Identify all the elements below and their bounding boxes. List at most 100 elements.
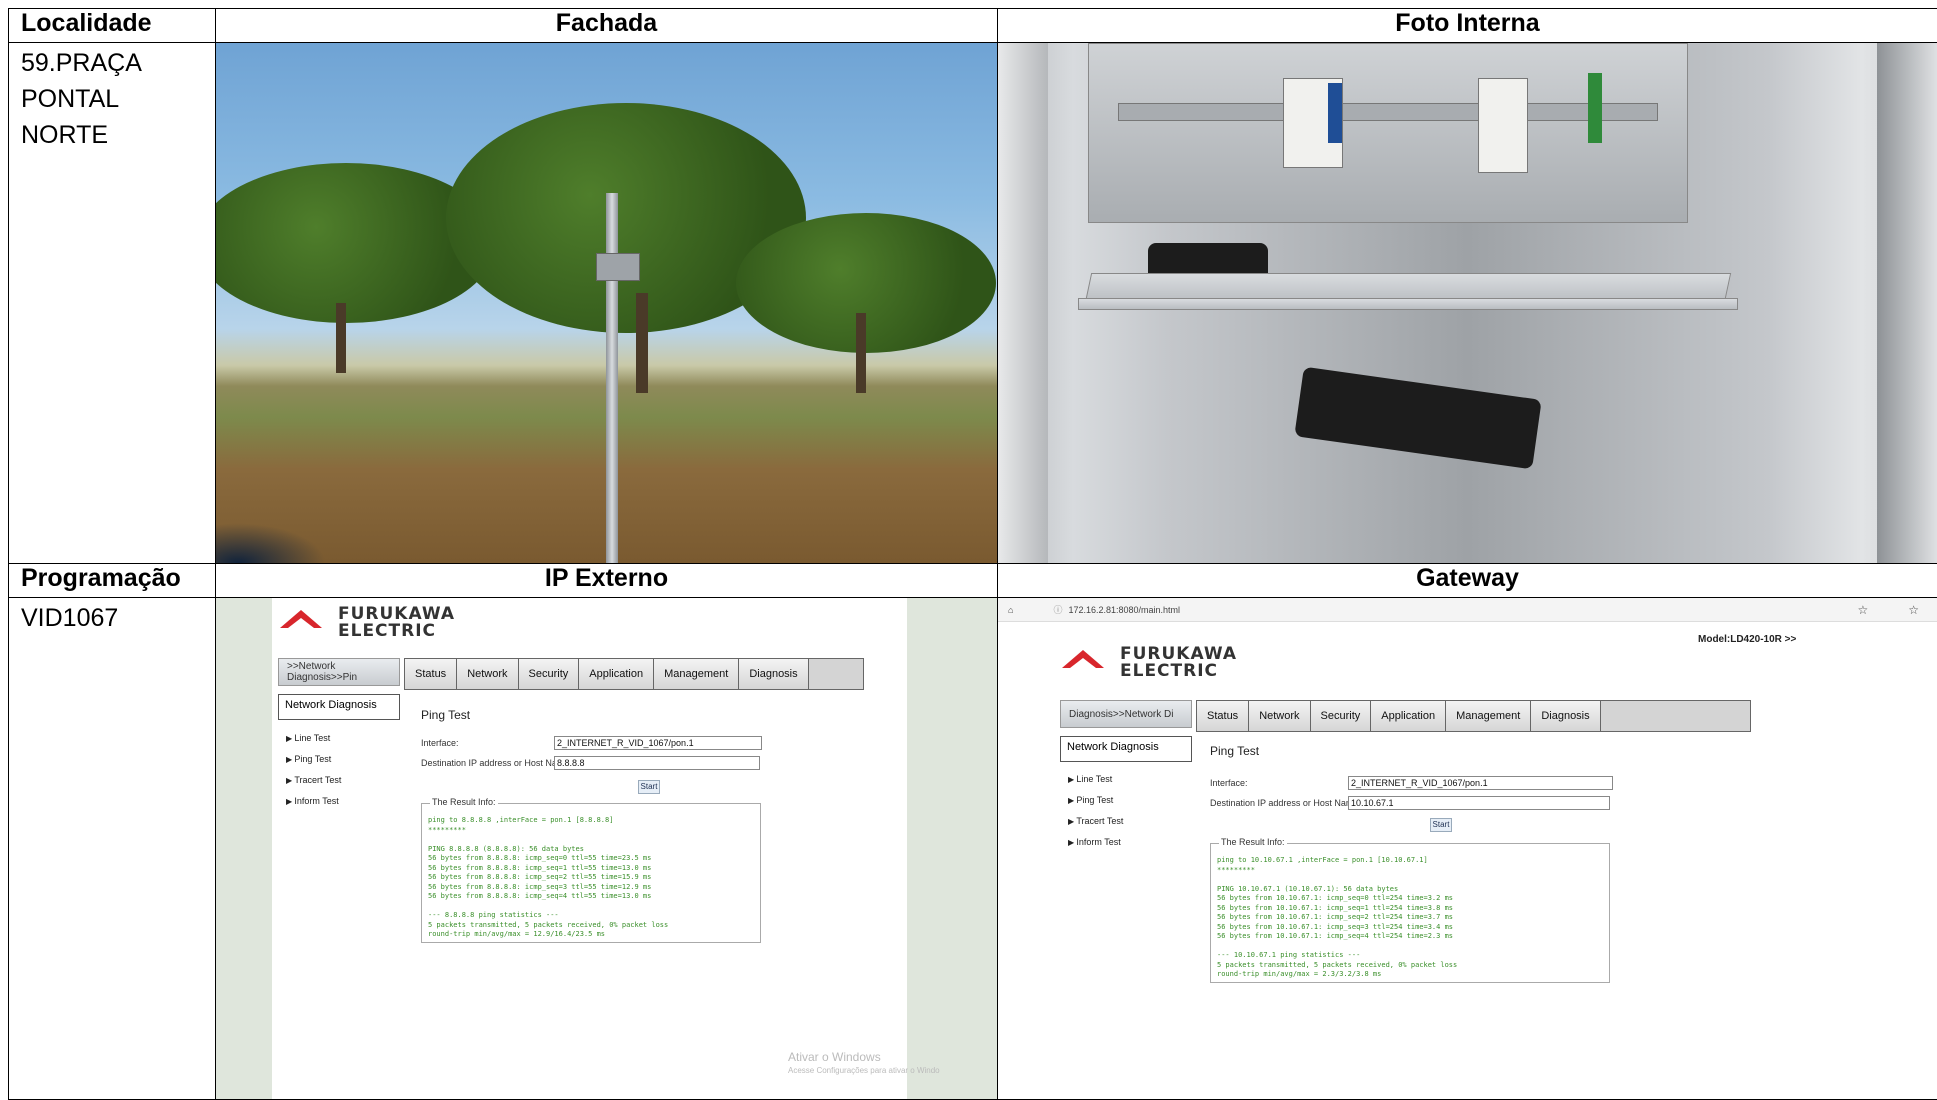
furukawa-logo: FURUKAWA ELECTRIC: [280, 606, 455, 640]
tab-network[interactable]: Network: [1249, 701, 1310, 731]
location-line-3: NORTE: [21, 117, 215, 153]
ip-externo-screenshot: FURUKAWA ELECTRIC >>Network Diagnosis>>P…: [216, 598, 997, 1099]
tab-status[interactable]: Status: [405, 659, 457, 689]
destination-label: Destination IP address or Host Name:: [421, 758, 572, 768]
location-cell: 59.PRAÇA PONTAL NORTE: [9, 43, 216, 564]
furukawa-logo-icon: [1062, 650, 1104, 676]
tab-security[interactable]: Security: [1311, 701, 1372, 731]
nav-item-line-test[interactable]: Line Test: [286, 733, 341, 754]
facade-photo: [216, 43, 997, 563]
furukawa-logo-text: FURUKAWA ELECTRIC: [1110, 646, 1237, 680]
shelf-edge: [1078, 298, 1738, 310]
windows-watermark: Ativar o Windows Acesse Configurações pa…: [788, 1050, 940, 1078]
nav-item-tracert-test[interactable]: Tracert Test: [286, 775, 341, 796]
header-row-2: Programação IP Externo Gateway: [9, 564, 1937, 598]
start-button[interactable]: Start: [638, 780, 660, 794]
nav-item-inform-test[interactable]: Inform Test: [1068, 837, 1123, 858]
tab-application[interactable]: Application: [1371, 701, 1446, 731]
tab-diagnosis[interactable]: Diagnosis: [1531, 701, 1600, 731]
nav-item-ping-test[interactable]: Ping Test: [1068, 795, 1123, 816]
breadcrumb: >>Network Diagnosis>>Pin: [278, 658, 400, 686]
browser-address-bar: ⌂ ⓘ 172.16.2.81:8080/main.html ☆ ☆: [998, 598, 1937, 622]
interface-label: Interface:: [421, 738, 459, 748]
page-title: Ping Test: [421, 708, 470, 722]
tab-management[interactable]: Management: [1446, 701, 1531, 731]
header-row-1: Localidade Fachada Foto Interna: [9, 9, 1937, 43]
programacao-value: VID1067: [9, 598, 215, 636]
nav-network-diagnosis[interactable]: Network Diagnosis: [278, 694, 400, 720]
furukawa-logo-icon: [280, 610, 322, 636]
tree-trunk: [856, 313, 866, 393]
content-row-2: VID1067 FURUKAWA ELECTRIC >>Network Diag…: [9, 598, 1937, 1100]
interior-photo: [998, 43, 1937, 563]
start-button[interactable]: Start: [1430, 818, 1452, 832]
tab-network[interactable]: Network: [457, 659, 518, 689]
tab-diagnosis[interactable]: Diagnosis: [739, 659, 808, 689]
nav-item-tracert-test[interactable]: Tracert Test: [1068, 816, 1123, 837]
facade-photo-cell: [216, 43, 998, 564]
content-row-1: 59.PRAÇA PONTAL NORTE: [9, 43, 1937, 564]
tree-trunk: [636, 293, 648, 393]
tab-security[interactable]: Security: [519, 659, 580, 689]
gateway-cell: ⌂ ⓘ 172.16.2.81:8080/main.html ☆ ☆ Model…: [998, 598, 1937, 1100]
nav-item-ping-test[interactable]: Ping Test: [286, 754, 341, 775]
nav-item-line-test[interactable]: Line Test: [1068, 774, 1123, 795]
brand-line-2: ELECTRIC: [328, 623, 455, 640]
tree-trunk: [336, 303, 346, 373]
tab-application[interactable]: Application: [579, 659, 654, 689]
power-supply: [1294, 367, 1541, 470]
result-box: The Result Info: ping to 8.8.8.8 ,interF…: [421, 803, 761, 943]
nav-network-diagnosis[interactable]: Network Diagnosis: [1060, 736, 1192, 762]
header-programacao: Programação: [9, 564, 216, 598]
tab-filler: [1601, 701, 1750, 731]
breaker: [1478, 78, 1528, 173]
tree-canopy: [736, 213, 996, 353]
favorites-icon[interactable]: ☆: [1908, 603, 1919, 617]
furukawa-logo-text: FURUKAWA ELECTRIC: [328, 606, 455, 640]
location-line-2: PONTAL: [21, 81, 215, 117]
nav-item-inform-test[interactable]: Inform Test: [286, 796, 341, 817]
tab-filler: [809, 659, 863, 689]
result-box: The Result Info: ping to 10.10.67.1 ,int…: [1210, 843, 1610, 983]
page-title: Ping Test: [1210, 744, 1259, 758]
nav-list: Line Test Ping Test Tracert Test Inform …: [1068, 774, 1123, 858]
window-side-area: [907, 598, 997, 1099]
interface-select[interactable]: 2_INTERNET_R_VID_1067/pon.1: [1348, 776, 1613, 790]
terminal-block: [1328, 83, 1342, 143]
model-label: Model:LD420-10R >>: [1698, 634, 1796, 645]
din-rail: [1118, 103, 1658, 121]
header-fachada: Fachada: [216, 9, 998, 43]
tab-status[interactable]: Status: [1197, 701, 1249, 731]
window-left-area: [216, 598, 272, 1099]
nav-list: Line Test Ping Test Tracert Test Inform …: [286, 733, 341, 817]
home-icon[interactable]: ⌂: [1008, 605, 1013, 615]
destination-input[interactable]: 8.8.8.8: [554, 756, 760, 770]
programacao-cell: VID1067: [9, 598, 216, 1100]
interior-photo-cell: [998, 43, 1937, 564]
result-legend: The Result Info:: [430, 797, 498, 807]
header-gateway: Gateway: [998, 564, 1937, 598]
destination-input[interactable]: 10.10.67.1: [1348, 796, 1610, 810]
watermark-line-1: Ativar o Windows: [788, 1050, 940, 1064]
result-legend: The Result Info:: [1219, 837, 1287, 847]
top-tabs: Status Network Security Application Mana…: [1196, 700, 1751, 732]
watermark-line-2: Acesse Configurações para ativar o Windo: [788, 1064, 940, 1078]
ip-externo-cell: FURUKAWA ELECTRIC >>Network Diagnosis>>P…: [216, 598, 998, 1100]
interface-select[interactable]: 2_INTERNET_R_VID_1067/pon.1: [554, 736, 762, 750]
header-localidade: Localidade: [9, 9, 216, 43]
location-text: 59.PRAÇA PONTAL NORTE: [9, 43, 215, 153]
result-text: ping to 8.8.8.8 ,interFace = pon.1 [8.8.…: [428, 816, 668, 940]
star-icon[interactable]: ☆: [1857, 603, 1868, 617]
door-right: [1877, 43, 1937, 563]
tab-management[interactable]: Management: [654, 659, 739, 689]
pole: [606, 193, 618, 563]
gateway-screenshot: ⌂ ⓘ 172.16.2.81:8080/main.html ☆ ☆ Model…: [998, 598, 1937, 1099]
result-text: ping to 10.10.67.1 ,interFace = pon.1 [1…: [1217, 856, 1457, 980]
breadcrumb: Diagnosis>>Network Di: [1060, 700, 1192, 728]
info-icon: ⓘ: [1053, 603, 1062, 616]
interface-label: Interface:: [1210, 778, 1248, 788]
door-left: [998, 43, 1048, 563]
top-tabs: Status Network Security Application Mana…: [404, 658, 864, 690]
url-text[interactable]: 172.16.2.81:8080/main.html: [1068, 605, 1180, 615]
header-ip-externo: IP Externo: [216, 564, 998, 598]
